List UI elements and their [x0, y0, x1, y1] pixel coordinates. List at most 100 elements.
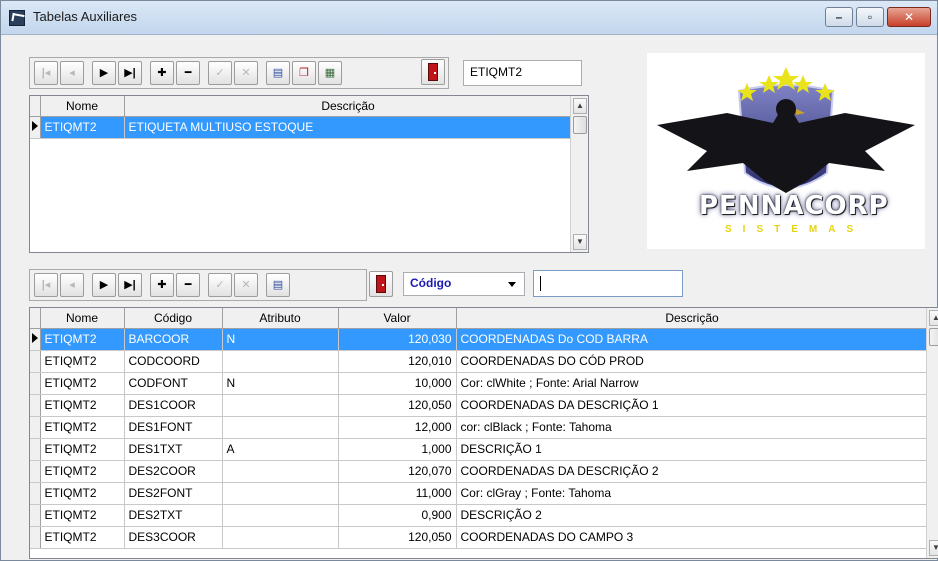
cell-codigo[interactable]: CODFONT	[124, 372, 223, 395]
grid-button[interactable]: ▦	[318, 61, 342, 85]
cell-nome[interactable]: ETIQMT2	[40, 460, 125, 483]
cancel-edit-button[interactable]: ✕	[234, 61, 258, 85]
table-row[interactable]: ETIQMT2 DES1FONT 12,000 cor: clBlack ; Font…	[30, 416, 929, 439]
scroll-up-icon[interactable]: ▲	[573, 98, 587, 114]
cell-descricao[interactable]: Cor: clWhite ; Fonte: Arial Narrow	[456, 372, 929, 395]
col-header-descricao[interactable]: Descrição	[124, 96, 573, 117]
last-record-button-2[interactable]: ▶|	[118, 273, 142, 297]
filter-field-select[interactable]: Código	[403, 272, 525, 296]
cell-codigo[interactable]: DES2COOR	[124, 460, 223, 483]
scroll-down-icon[interactable]: ▼	[573, 234, 587, 250]
copy-button[interactable]: ❐	[292, 61, 316, 85]
table-row[interactable]: ETIQMT2 CODCOORD 120,010 COORDENADAS DO CÓD…	[30, 350, 929, 373]
scroll-down-icon[interactable]: ▼	[929, 540, 938, 556]
bottom-grid-scrollbar[interactable]: ▲ ▼	[926, 308, 938, 558]
cell-valor[interactable]: 10,000	[338, 372, 457, 395]
filter-value-input[interactable]	[533, 270, 683, 297]
table-row[interactable]: ETIQMT2 BARCOOR N 120,030 COORDENADAS Do COD…	[30, 328, 929, 351]
cell-descricao[interactable]: cor: clBlack ; Fonte: Tahoma	[456, 416, 929, 439]
table-row[interactable]: ETIQMT2 DES2COOR 120,070 COORDENADAS DA DES…	[30, 460, 929, 483]
cell-valor[interactable]: 120,010	[338, 350, 457, 373]
cell-nome[interactable]: ETIQMT2	[40, 416, 125, 439]
cell-nome[interactable]: ETIQMT2	[40, 438, 125, 461]
cell-nome[interactable]: ETIQMT2	[40, 328, 125, 351]
col-header-valor[interactable]: Valor	[338, 308, 457, 329]
cell-atributo[interactable]	[222, 482, 339, 505]
cell-codigo[interactable]: DES3COOR	[124, 526, 223, 549]
table-row[interactable]: ETIQMT2 DES1COOR 120,050 COORDENADAS DA DES…	[30, 394, 929, 417]
cell-descricao[interactable]: DESCRIÇÃO 2	[456, 504, 929, 527]
close-button[interactable]: ✕	[887, 7, 931, 27]
col-header-descricao[interactable]: Descrição	[456, 308, 929, 329]
table-row[interactable]: ETIQMT2 ETIQUETA MULTIUSO ESTOQUE	[30, 116, 573, 139]
cell-atributo[interactable]	[222, 526, 339, 549]
col-header-nome[interactable]: Nome	[40, 96, 125, 117]
col-header-codigo[interactable]: Código	[124, 308, 223, 329]
table-row[interactable]: ETIQMT2 DES2TXT 0,900 DESCRIÇÃO 2	[30, 504, 929, 527]
cell-codigo[interactable]: DES2FONT	[124, 482, 223, 505]
table-row[interactable]: ETIQMT2 CODFONT N 10,000 Cor: clWhite ; Font…	[30, 372, 929, 395]
cell-codigo[interactable]: DES2TXT	[124, 504, 223, 527]
scroll-thumb[interactable]	[929, 328, 938, 346]
cell-valor[interactable]: 12,000	[338, 416, 457, 439]
next-record-button-2[interactable]: ▶	[92, 273, 116, 297]
cell-atributo[interactable]	[222, 394, 339, 417]
cell-nome[interactable]: ETIQMT2	[40, 116, 125, 139]
cell-descricao[interactable]: Cor: clGray ; Fonte: Tahoma	[456, 482, 929, 505]
insert-record-button-2[interactable]: ✚	[150, 273, 174, 297]
cell-codigo[interactable]: BARCOOR	[124, 328, 223, 351]
exit-button-bottom[interactable]	[369, 271, 393, 297]
cell-descricao[interactable]: COORDENADAS DA DESCRIÇÃO 1	[456, 394, 929, 417]
cell-descricao[interactable]: COORDENADAS DA DESCRIÇÃO 2	[456, 460, 929, 483]
cell-valor[interactable]: 120,050	[338, 526, 457, 549]
cell-atributo[interactable]	[222, 416, 339, 439]
last-record-button[interactable]: ▶|	[118, 61, 142, 85]
table-row[interactable]: ETIQMT2 DES3COOR 120,050 COORDENADAS DO CAM…	[30, 526, 929, 549]
cell-atributo[interactable]	[222, 350, 339, 373]
cell-descricao[interactable]: COORDENADAS DO CAMPO 3	[456, 526, 929, 549]
cell-valor[interactable]: 11,000	[338, 482, 457, 505]
cell-nome[interactable]: ETIQMT2	[40, 504, 125, 527]
top-grid[interactable]: Nome Descrição ETIQMT2 ETIQUETA MULTIUSO…	[29, 95, 589, 253]
cell-codigo[interactable]: CODCOORD	[124, 350, 223, 373]
cell-codigo[interactable]: DES1FONT	[124, 416, 223, 439]
scroll-thumb[interactable]	[573, 116, 587, 134]
col-header-atributo[interactable]: Atributo	[222, 308, 339, 329]
delete-record-button[interactable]: ━	[176, 61, 200, 85]
cell-nome[interactable]: ETIQMT2	[40, 350, 125, 373]
cell-descricao[interactable]: DESCRIÇÃO 1	[456, 438, 929, 461]
cell-valor[interactable]: 120,030	[338, 328, 457, 351]
cell-descricao[interactable]: ETIQUETA MULTIUSO ESTOQUE	[124, 116, 573, 139]
first-record-button-2[interactable]: |◂	[34, 273, 58, 297]
top-search-input[interactable]: ETIQMT2	[463, 60, 582, 86]
print-button-2[interactable]: ▤	[266, 273, 290, 297]
cell-atributo[interactable]	[222, 504, 339, 527]
prior-record-button-2[interactable]: ◂	[60, 273, 84, 297]
scroll-up-icon[interactable]: ▲	[929, 310, 938, 326]
cell-descricao[interactable]: COORDENADAS Do COD BARRA	[456, 328, 929, 351]
cell-valor[interactable]: 120,050	[338, 394, 457, 417]
cell-valor[interactable]: 120,070	[338, 460, 457, 483]
minimize-button[interactable]: –	[825, 7, 853, 27]
col-header-nome[interactable]: Nome	[40, 308, 125, 329]
cell-codigo[interactable]: DES1COOR	[124, 394, 223, 417]
next-record-button[interactable]: ▶	[92, 61, 116, 85]
cell-nome[interactable]: ETIQMT2	[40, 372, 125, 395]
cell-nome[interactable]: ETIQMT2	[40, 482, 125, 505]
post-button[interactable]: ✓	[208, 61, 232, 85]
exit-button-top[interactable]	[421, 59, 445, 85]
cell-valor[interactable]: 1,000	[338, 438, 457, 461]
prior-record-button[interactable]: ◂	[60, 61, 84, 85]
bottom-grid[interactable]: Nome Código Atributo Valor Descrição ETI…	[29, 307, 938, 559]
cell-atributo[interactable]: N	[222, 372, 339, 395]
cell-codigo[interactable]: DES1TXT	[124, 438, 223, 461]
cell-atributo[interactable]	[222, 460, 339, 483]
post-button-2[interactable]: ✓	[208, 273, 232, 297]
cell-atributo[interactable]: N	[222, 328, 339, 351]
first-record-button[interactable]: |◂	[34, 61, 58, 85]
cell-nome[interactable]: ETIQMT2	[40, 394, 125, 417]
cell-atributo[interactable]: A	[222, 438, 339, 461]
maximize-button[interactable]: ▫	[856, 7, 884, 27]
cell-nome[interactable]: ETIQMT2	[40, 526, 125, 549]
cell-descricao[interactable]: COORDENADAS DO CÓD PROD	[456, 350, 929, 373]
